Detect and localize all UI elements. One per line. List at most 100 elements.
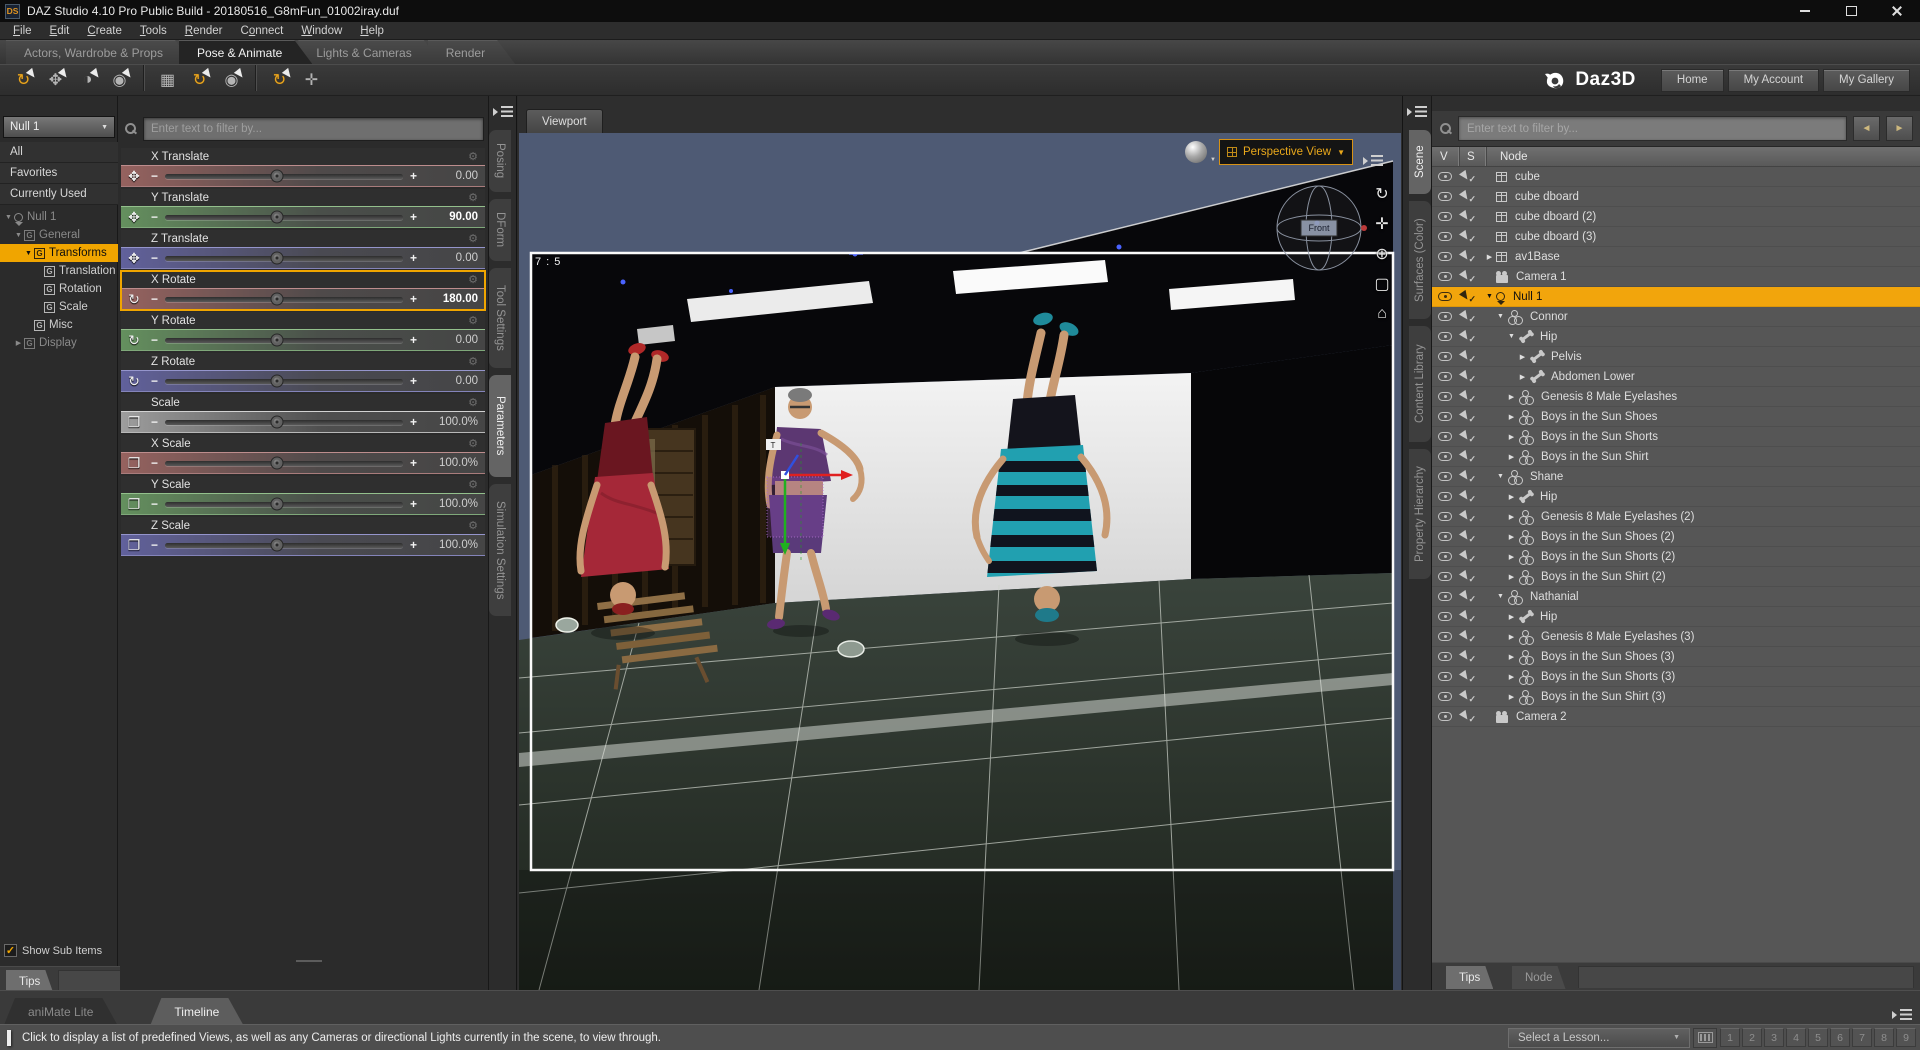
slider-value[interactable]: 0.00 [424, 375, 478, 387]
slider-track[interactable] [165, 497, 403, 511]
show-sub-items-checkbox[interactable] [4, 944, 17, 957]
decrement-button[interactable]: − [150, 497, 159, 511]
resize-grip[interactable] [296, 960, 322, 966]
scene-node-boys-in-the-sun-shorts-2[interactable]: Boys in the Sun Shorts (2) [1432, 547, 1920, 567]
draw-style-sphere-icon[interactable] [1185, 141, 1216, 163]
surface-selection-tool-icon[interactable]: ◑ [74, 68, 101, 92]
slider-value[interactable]: 90.00 [424, 211, 478, 223]
filter-forward-button[interactable]: ► [1886, 116, 1913, 141]
close-button[interactable] [1874, 0, 1920, 22]
tree-down-icon[interactable] [3, 214, 14, 221]
lesson-button-9[interactable]: 9 [1896, 1028, 1916, 1047]
tree-right-icon[interactable] [1506, 573, 1517, 581]
decrement-button[interactable]: − [150, 538, 159, 552]
visibility-eye-icon[interactable] [1438, 532, 1452, 541]
slider-thumb[interactable] [270, 538, 284, 552]
scene-node-av1base[interactable]: av1Base [1432, 247, 1920, 267]
dock-tab-dform[interactable]: DForm [489, 199, 511, 261]
slider-track[interactable] [165, 538, 403, 552]
tab-render[interactable]: Render [428, 40, 515, 64]
tree-right-icon[interactable] [13, 339, 24, 347]
slider-thumb[interactable] [270, 497, 284, 511]
viewport-menu-icon[interactable] [1363, 153, 1383, 169]
menu-help[interactable]: Help [351, 23, 393, 39]
scene-node-boys-in-the-sun-shoes[interactable]: Boys in the Sun Shoes [1432, 407, 1920, 427]
tree-right-icon[interactable] [1506, 673, 1517, 681]
my-gallery-button[interactable]: My Gallery [1823, 68, 1910, 92]
tree-right-icon[interactable] [1517, 373, 1528, 381]
decrement-button[interactable]: − [150, 374, 159, 388]
selectable-cursor-icon[interactable] [1459, 391, 1476, 405]
scene-node-cube-dboard[interactable]: cube dboard [1432, 187, 1920, 207]
filter-back-button[interactable]: ◄ [1853, 116, 1880, 141]
selectable-cursor-icon[interactable] [1459, 311, 1476, 325]
gear-icon[interactable] [468, 273, 478, 286]
selectable-cursor-icon[interactable] [1459, 171, 1476, 185]
gear-icon[interactable] [468, 478, 478, 491]
selectable-cursor-icon[interactable] [1459, 271, 1476, 285]
gear-icon[interactable] [468, 232, 478, 245]
visibility-eye-icon[interactable] [1438, 672, 1452, 681]
decrement-button[interactable]: − [150, 251, 159, 265]
selectable-cursor-icon[interactable] [1459, 371, 1476, 385]
scene-node-boys-in-the-sun-shirt[interactable]: Boys in the Sun Shirt [1432, 447, 1920, 467]
selectable-cursor-icon[interactable] [1459, 551, 1476, 565]
visibility-eye-icon[interactable] [1438, 432, 1452, 441]
selectable-cursor-icon[interactable] [1459, 471, 1476, 485]
pan-icon[interactable]: ✛ [1369, 211, 1395, 237]
slider-value[interactable]: 0.00 [424, 334, 478, 346]
visibility-eye-icon[interactable] [1438, 372, 1452, 381]
tab-pose-animate[interactable]: Pose & Animate [179, 40, 312, 64]
selectable-cursor-icon[interactable] [1459, 291, 1476, 305]
slider-thumb[interactable] [270, 415, 284, 429]
visibility-eye-icon[interactable] [1438, 232, 1452, 241]
dock-tab-tool-settings[interactable]: Tool Settings [489, 268, 511, 368]
selectable-cursor-icon[interactable] [1459, 211, 1476, 225]
slider-value[interactable]: 0.00 [424, 252, 478, 264]
lesson-button-6[interactable]: 6 [1830, 1028, 1850, 1047]
selectable-cursor-icon[interactable] [1459, 251, 1476, 265]
slider-value[interactable]: 100.0% [424, 498, 478, 510]
param-group-scale[interactable]: Scale [0, 298, 118, 316]
slider-value[interactable]: 180.00 [424, 293, 478, 305]
view-selector-dropdown[interactable]: Perspective View ▼ [1219, 139, 1353, 165]
node-selector-dropdown[interactable]: Null 1 [3, 116, 115, 138]
gear-icon[interactable] [468, 519, 478, 532]
orbit-icon[interactable]: ↻ [1369, 181, 1395, 207]
tree-right-icon[interactable] [1506, 453, 1517, 461]
tree-right-icon[interactable] [1506, 553, 1517, 561]
pose-tool-icon[interactable]: ↻ [266, 68, 293, 92]
decrement-button[interactable]: − [150, 415, 159, 429]
scene-node-boys-in-the-sun-shirt-2[interactable]: Boys in the Sun Shirt (2) [1432, 567, 1920, 587]
increment-button[interactable]: + [409, 538, 418, 552]
viewport-tab[interactable]: Viewport [526, 109, 603, 133]
visibility-eye-icon[interactable] [1438, 652, 1452, 661]
menu-window[interactable]: Window [292, 23, 351, 39]
menu-create[interactable]: Create [78, 23, 131, 39]
selectable-cursor-icon[interactable] [1459, 651, 1476, 665]
increment-button[interactable]: + [409, 292, 418, 306]
scene-node-genesis-8-male-eyelashes-3[interactable]: Genesis 8 Male Eyelashes (3) [1432, 627, 1920, 647]
gear-icon[interactable] [468, 437, 478, 450]
param-group-transforms[interactable]: Transforms [0, 244, 118, 262]
tree-right-icon[interactable] [1506, 433, 1517, 441]
scene-node-boys-in-the-sun-shoes-2[interactable]: Boys in the Sun Shoes (2) [1432, 527, 1920, 547]
timeline-tab-animate-lite[interactable]: aniMate Lite [4, 998, 117, 1025]
tree-down-icon[interactable] [1495, 313, 1506, 320]
param-group-misc[interactable]: Misc [0, 316, 118, 334]
dock-tab-scene[interactable]: Scene [1408, 130, 1431, 194]
lesson-button-1[interactable]: 1 [1720, 1028, 1740, 1047]
visibility-eye-icon[interactable] [1438, 612, 1452, 621]
scene-node-cube[interactable]: cube [1432, 167, 1920, 187]
tab-actors-wardrobe-props[interactable]: Actors, Wardrobe & Props [6, 40, 193, 64]
panel-menu-icon[interactable] [1407, 104, 1427, 120]
menu-file[interactable]: File [4, 23, 41, 39]
scene-node-hip[interactable]: Hip [1432, 487, 1920, 507]
selectable-cursor-icon[interactable] [1459, 351, 1476, 365]
scene-filter-input[interactable] [1458, 116, 1847, 141]
increment-button[interactable]: + [409, 456, 418, 470]
timeline-tab-timeline[interactable]: Timeline [150, 998, 243, 1025]
tree-right-icon[interactable] [1506, 393, 1517, 401]
visibility-eye-icon[interactable] [1438, 332, 1452, 341]
node-selection-tool-icon[interactable]: ↻ [10, 68, 37, 92]
